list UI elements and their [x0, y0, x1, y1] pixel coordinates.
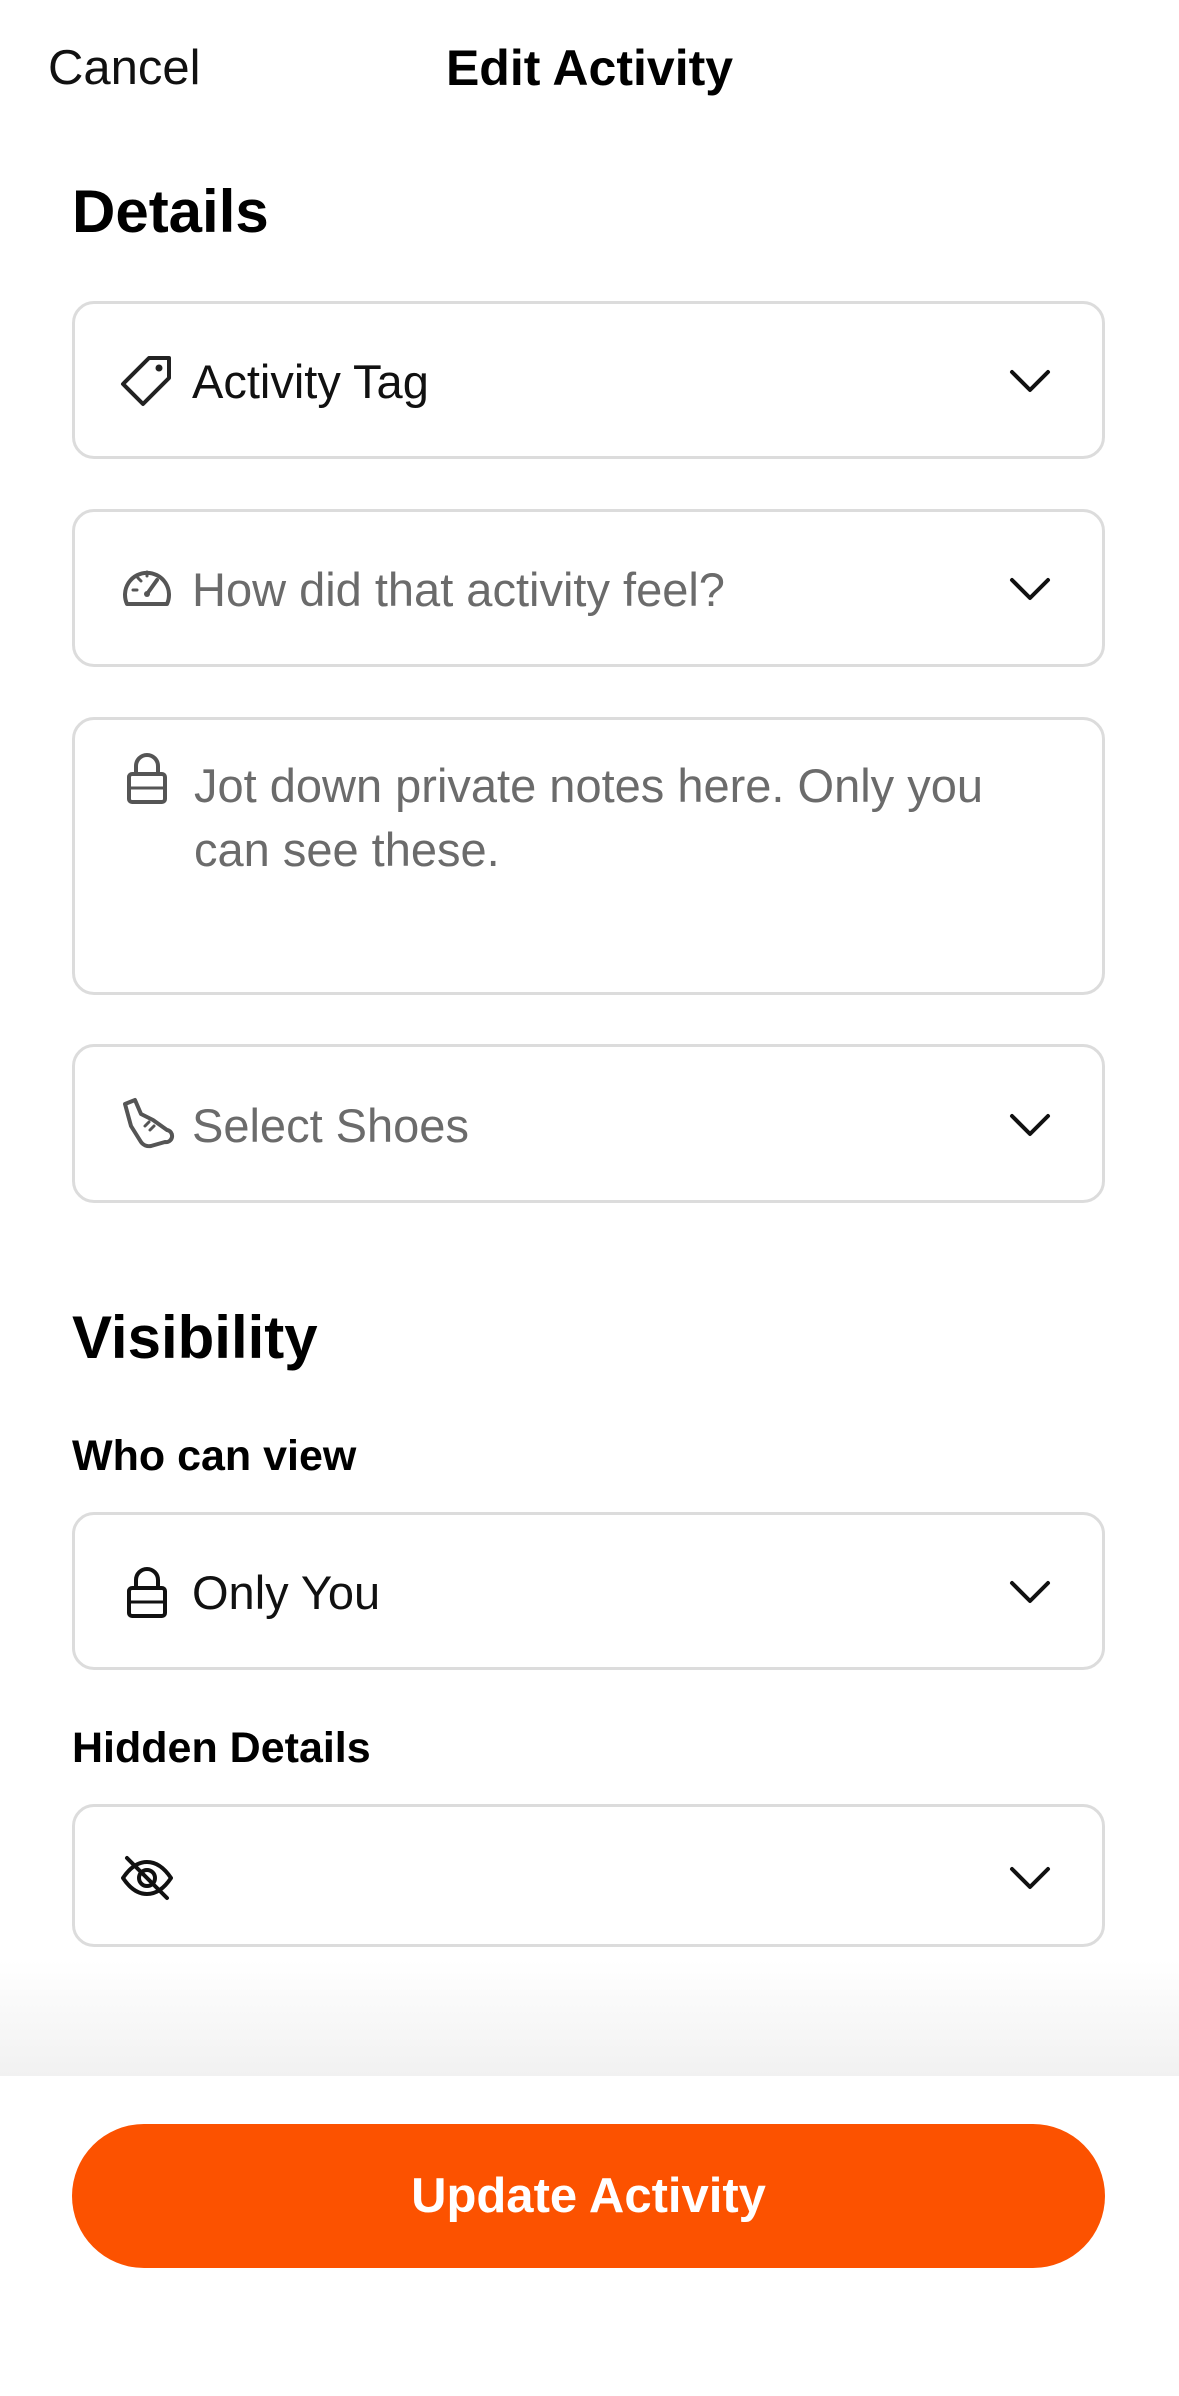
- who-can-view-select[interactable]: Only You: [72, 1512, 1105, 1670]
- lock-icon: [127, 753, 167, 804]
- chevron-down-icon: [1010, 1114, 1050, 1136]
- hidden-details-select[interactable]: [72, 1804, 1105, 1947]
- details-section-title: Details: [72, 178, 269, 245]
- eye-slash-icon: [121, 1856, 173, 1900]
- shoes-placeholder: Select Shoes: [192, 1099, 469, 1152]
- chevron-down-icon: [1010, 370, 1050, 392]
- chevron-down-icon: [1010, 1581, 1050, 1603]
- top-nav-bar: Cancel Edit Activity: [0, 0, 1179, 136]
- perceived-exertion-select[interactable]: How did that activity feel?: [72, 509, 1105, 667]
- who-can-view-label: Who can view: [72, 1432, 357, 1480]
- shoe-icon: [123, 1098, 175, 1149]
- who-can-view-value: Only You: [192, 1566, 381, 1619]
- scroll-fade-overlay: [0, 1960, 1179, 2076]
- visibility-section-title: Visibility: [72, 1304, 318, 1371]
- shoes-select[interactable]: Select Shoes: [72, 1044, 1105, 1203]
- private-notes-textarea[interactable]: Jot down private notes here. Only you ca…: [72, 717, 1105, 995]
- speedometer-icon: [123, 570, 171, 606]
- lock-icon: [127, 1567, 167, 1618]
- chevron-down-icon: [1010, 578, 1050, 600]
- chevron-down-icon: [1010, 1867, 1050, 1889]
- private-notes-placeholder: Jot down private notes here. Only you ca…: [194, 759, 983, 876]
- perceived-exertion-placeholder: How did that activity feel?: [192, 563, 725, 616]
- tag-icon: [121, 356, 171, 406]
- activity-tag-label: Activity Tag: [192, 355, 429, 408]
- activity-tag-select[interactable]: Activity Tag: [72, 301, 1105, 459]
- hidden-details-label: Hidden Details: [72, 1724, 371, 1772]
- update-activity-button[interactable]: Update Activity: [72, 2124, 1105, 2268]
- page-title: Edit Activity: [445, 40, 734, 96]
